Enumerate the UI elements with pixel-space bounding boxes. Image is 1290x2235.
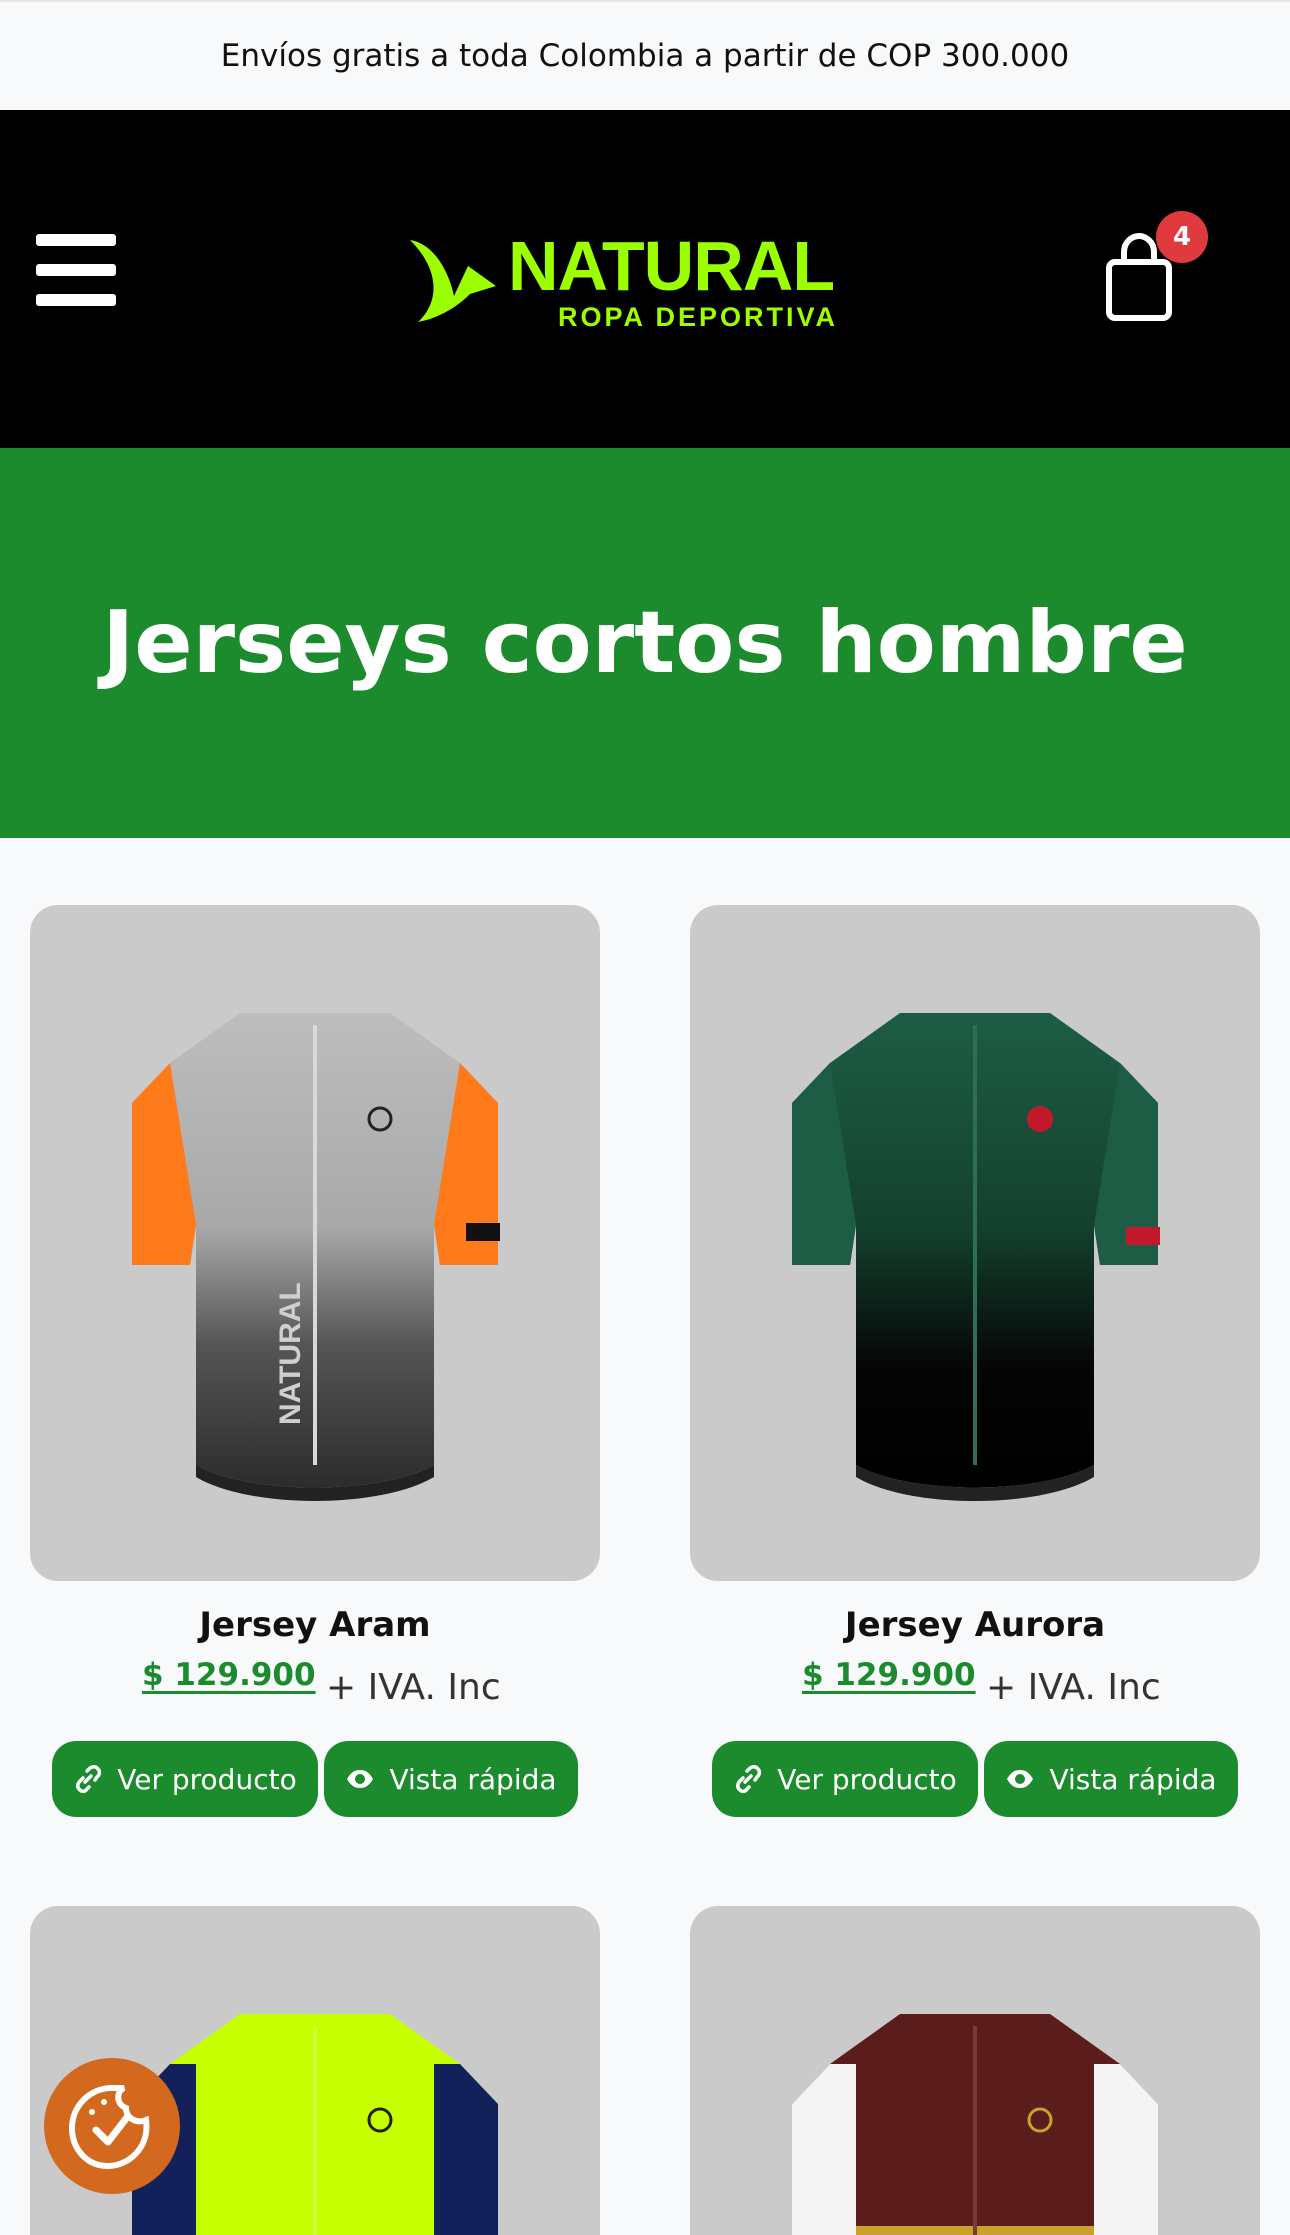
announcement-text: Envíos gratis a toda Colombia a partir d… [220,38,1070,74]
product-image[interactable] [690,905,1260,1581]
logo-subtext: ROPA DEPORTIVA [558,302,838,332]
page-title: Jerseys cortos hombre [102,593,1188,693]
quick-view-button[interactable]: Vista rápida [984,1741,1238,1817]
natural-logo[interactable]: NATURAL ROPA DEPORTIVA [398,226,898,336]
product-price: $ 129.900 [142,1657,316,1693]
product-card: NATURAL Jersey Aram $ 129.900 + IVA. Inc… [30,905,600,1817]
announcement-bar: Envíos gratis a toda Colombia a partir d… [0,0,1290,110]
quick-view-button[interactable]: Vista rápida [324,1741,578,1817]
eye-icon [347,1770,374,1788]
product-image[interactable]: NATURAL [30,905,600,1581]
view-product-button[interactable]: Ver producto [52,1741,318,1817]
link-icon [76,1765,102,1794]
product-image[interactable] [690,1906,1260,2235]
product-card: Jersey Aurora $ 129.900 + IVA. Inc Ver p… [690,905,1260,1817]
product-name[interactable]: Jersey Aurora [690,1605,1260,1645]
product-card [690,1906,1260,2235]
cart-count-badge: 4 [1156,211,1208,263]
link-icon [736,1765,762,1794]
quick-view-label: Vista rápida [389,1762,557,1796]
view-product-button[interactable]: Ver producto [712,1741,978,1817]
hamburger-menu-icon[interactable] [36,234,116,306]
logo-text: NATURAL [508,227,834,305]
eye-icon [1007,1770,1034,1788]
product-price: $ 129.900 [802,1657,976,1693]
product-tax-note: + IVA. Inc [326,1667,501,1708]
product-name[interactable]: Jersey Aram [30,1605,600,1645]
product-tax-note: + IVA. Inc [986,1667,1161,1708]
view-product-label: Ver producto [117,1762,297,1796]
quick-view-label: Vista rápida [1049,1762,1217,1796]
svg-text:NATURAL: NATURAL [274,1282,307,1425]
cookie-consent-icon[interactable] [44,2058,180,2194]
category-hero: Jerseys cortos hombre [0,448,1290,838]
view-product-label: Ver producto [777,1762,957,1796]
